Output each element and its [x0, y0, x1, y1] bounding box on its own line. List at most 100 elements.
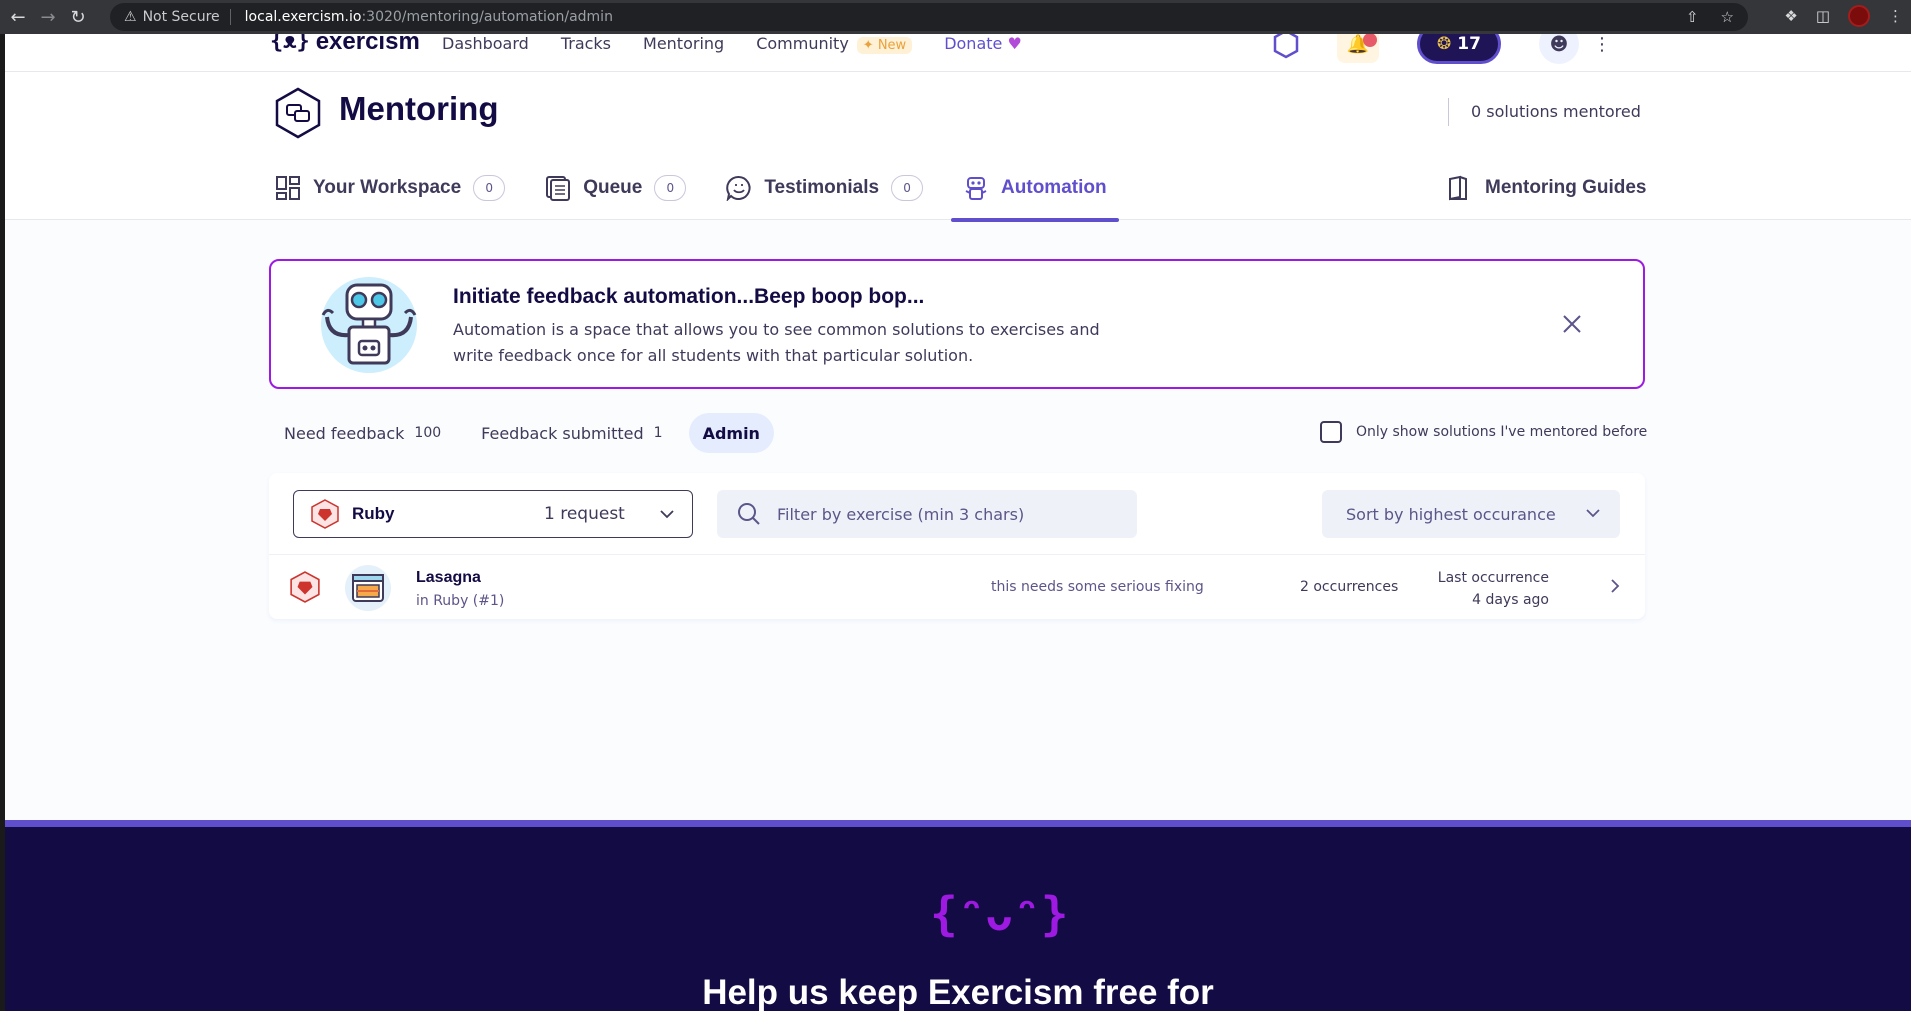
back-arrow-icon[interactable]: ←: [6, 5, 30, 29]
tab-workspace-count: 0: [473, 175, 506, 201]
nav-community-label: Community: [756, 34, 849, 53]
sort-selector[interactable]: Sort by highest occurance: [1322, 490, 1620, 538]
reputation-value: 17: [1457, 34, 1481, 54]
intro-text: Automation is a space that allows you to…: [453, 320, 1100, 365]
intro-title: Initiate feedback automation...Beep boop…: [453, 285, 925, 308]
nav-donate-label: Donate: [944, 34, 1003, 53]
automation-subtabs: Need feedback 100 Feedback submitted 1 A…: [270, 413, 786, 453]
logo-text: exercism: [315, 34, 420, 55]
mentoring-hexagon-icon: [275, 87, 321, 139]
reputation-icon: ❂: [1437, 34, 1452, 54]
search-icon: [738, 503, 760, 525]
automation-list-panel: Ruby 1 request Sort by highest occurance…: [269, 473, 1645, 619]
only-mentored-label: Only show solutions I've mentored before: [1356, 424, 1648, 440]
notifications-button[interactable]: 🔔: [1337, 34, 1379, 63]
robot-illustration-icon: [321, 277, 417, 373]
last-occurrence: Last occurrence 4 days ago: [1419, 567, 1549, 611]
address-bar[interactable]: ⚠ Not Secure local.exercism.io:3020/ment…: [110, 3, 1748, 31]
mentoring-guides-link[interactable]: Mentoring Guides: [1447, 168, 1647, 208]
testimonials-smile-icon: [726, 175, 751, 201]
notification-dot: [1363, 34, 1377, 47]
site-header: {ᴥ} exercism Dashboard Tracks Mentoring …: [5, 34, 1911, 72]
workspace-grid-icon: [276, 176, 300, 200]
share-icon[interactable]: ⇧: [1686, 8, 1699, 26]
only-mentored-filter[interactable]: Only show solutions I've mentored before: [1320, 421, 1647, 443]
subtab-need-feedback[interactable]: Need feedback 100: [270, 413, 455, 453]
track-selector[interactable]: Ruby 1 request: [293, 490, 693, 538]
nav-community[interactable]: Community ✦ New: [756, 34, 913, 54]
site-footer: {ᵔᴗᵔ} Help us keep Exercism free for: [5, 820, 1911, 1011]
subtab-feedback-submitted-count: 1: [653, 425, 663, 441]
mentoring-header: Mentoring 0 solutions mentored Your Work…: [5, 72, 1911, 222]
guide-book-icon: [1449, 175, 1467, 201]
subtab-need-feedback-count: 100: [414, 425, 442, 441]
chevron-right-icon: [1611, 579, 1620, 593]
solutions-mentored: 0 solutions mentored: [1448, 98, 1641, 126]
tab-queue-count: 0: [654, 175, 687, 201]
user-avatar-icon[interactable]: ☻: [1539, 34, 1579, 64]
footer-logo-icon: {ᵔᴗᵔ}: [930, 887, 1069, 941]
subtab-feedback-submitted[interactable]: Feedback submitted 1: [467, 413, 676, 453]
subtab-need-feedback-label: Need feedback: [284, 423, 405, 443]
extensions-puzzle-icon[interactable]: ❖: [1784, 7, 1797, 25]
subtab-admin[interactable]: Admin: [688, 413, 774, 453]
mentoring-guides-label: Mentoring Guides: [1485, 177, 1647, 198]
footer-title: Help us keep Exercism free for: [702, 973, 1214, 1011]
queue-list-icon: [546, 176, 571, 201]
tab-testimonials[interactable]: Testimonials 0: [726, 168, 924, 208]
new-badge-label: New: [877, 38, 907, 53]
nav-donate[interactable]: Donate ♥: [944, 34, 1022, 54]
url-path: :3020/mentoring/automation/admin: [361, 9, 613, 25]
lasagna-exercise-icon: [345, 565, 391, 611]
mentoring-tabs: Your Workspace 0 Queue 0 Testimonials 0 …: [275, 168, 1147, 222]
tab-queue[interactable]: Queue 0: [545, 168, 687, 208]
ruby-track-icon: [290, 571, 320, 603]
browser-toolbar: ← → ↻ ⚠ Not Secure local.exercism.io:302…: [0, 0, 1911, 34]
subtab-admin-label: Admin: [702, 423, 760, 443]
automation-robot-icon: [965, 177, 987, 200]
more-menu-icon[interactable]: ⋮: [1593, 34, 1611, 55]
exercise-search[interactable]: [717, 490, 1137, 538]
occurrences-count: 2 occurrences: [1300, 579, 1399, 595]
nav-dashboard[interactable]: Dashboard: [442, 34, 529, 54]
page-title: Mentoring: [339, 90, 499, 127]
browser-menu-icon[interactable]: ⋮: [1888, 7, 1903, 25]
heart-icon: ♥: [1007, 34, 1022, 53]
close-icon[interactable]: [1559, 311, 1585, 337]
chevron-down-icon: [660, 510, 674, 519]
top-nav: Dashboard Tracks Mentoring Community ✦ Ne…: [442, 34, 1022, 54]
forward-arrow-icon[interactable]: →: [36, 5, 60, 29]
exercise-track: in Ruby (#1): [416, 593, 505, 609]
nav-mentoring[interactable]: Mentoring: [643, 34, 724, 54]
exercism-logo[interactable]: {ᴥ} exercism: [270, 34, 420, 56]
track-requests: 1 request: [544, 504, 625, 524]
new-badge: ✦ New: [856, 37, 913, 54]
tab-testimonials-count: 0: [891, 175, 924, 201]
reputation-badge[interactable]: ❂ 17: [1417, 34, 1501, 64]
bookmark-star-icon[interactable]: ☆: [1721, 8, 1734, 26]
feedback-preview: this needs some serious fixing: [991, 579, 1204, 595]
tab-queue-label: Queue: [583, 177, 643, 198]
profile-avatar-icon[interactable]: [1848, 5, 1870, 27]
search-input[interactable]: [777, 504, 1117, 524]
reload-icon[interactable]: ↻: [66, 5, 90, 29]
tab-workspace[interactable]: Your Workspace 0: [275, 168, 506, 208]
track-name: Ruby: [352, 504, 395, 523]
ruby-track-icon: [311, 499, 339, 529]
filter-bar: Ruby 1 request Sort by highest occurance: [269, 473, 1645, 555]
security-label: Not Secure: [143, 9, 231, 25]
warning-icon: ⚠: [124, 9, 137, 25]
automation-intro-banner: Initiate feedback automation...Beep boop…: [269, 259, 1645, 389]
nav-tracks[interactable]: Tracks: [561, 34, 611, 54]
tab-automation[interactable]: Automation: [951, 168, 1119, 222]
tab-testimonials-label: Testimonials: [764, 177, 880, 198]
logo-mark-icon: {ᴥ}: [270, 34, 310, 54]
chevron-down-icon: [1586, 509, 1600, 518]
only-mentored-checkbox[interactable]: [1320, 421, 1342, 443]
side-panel-icon[interactable]: ◫: [1816, 7, 1830, 25]
last-occurrence-label: Last occurrence: [1437, 570, 1549, 586]
tab-workspace-label: Your Workspace: [313, 177, 462, 198]
representation-row[interactable]: Lasagna in Ruby (#1) this needs some ser…: [269, 555, 1645, 619]
journey-hexagon-icon[interactable]: [1273, 34, 1299, 59]
url-host: local.exercism.io: [244, 9, 362, 25]
